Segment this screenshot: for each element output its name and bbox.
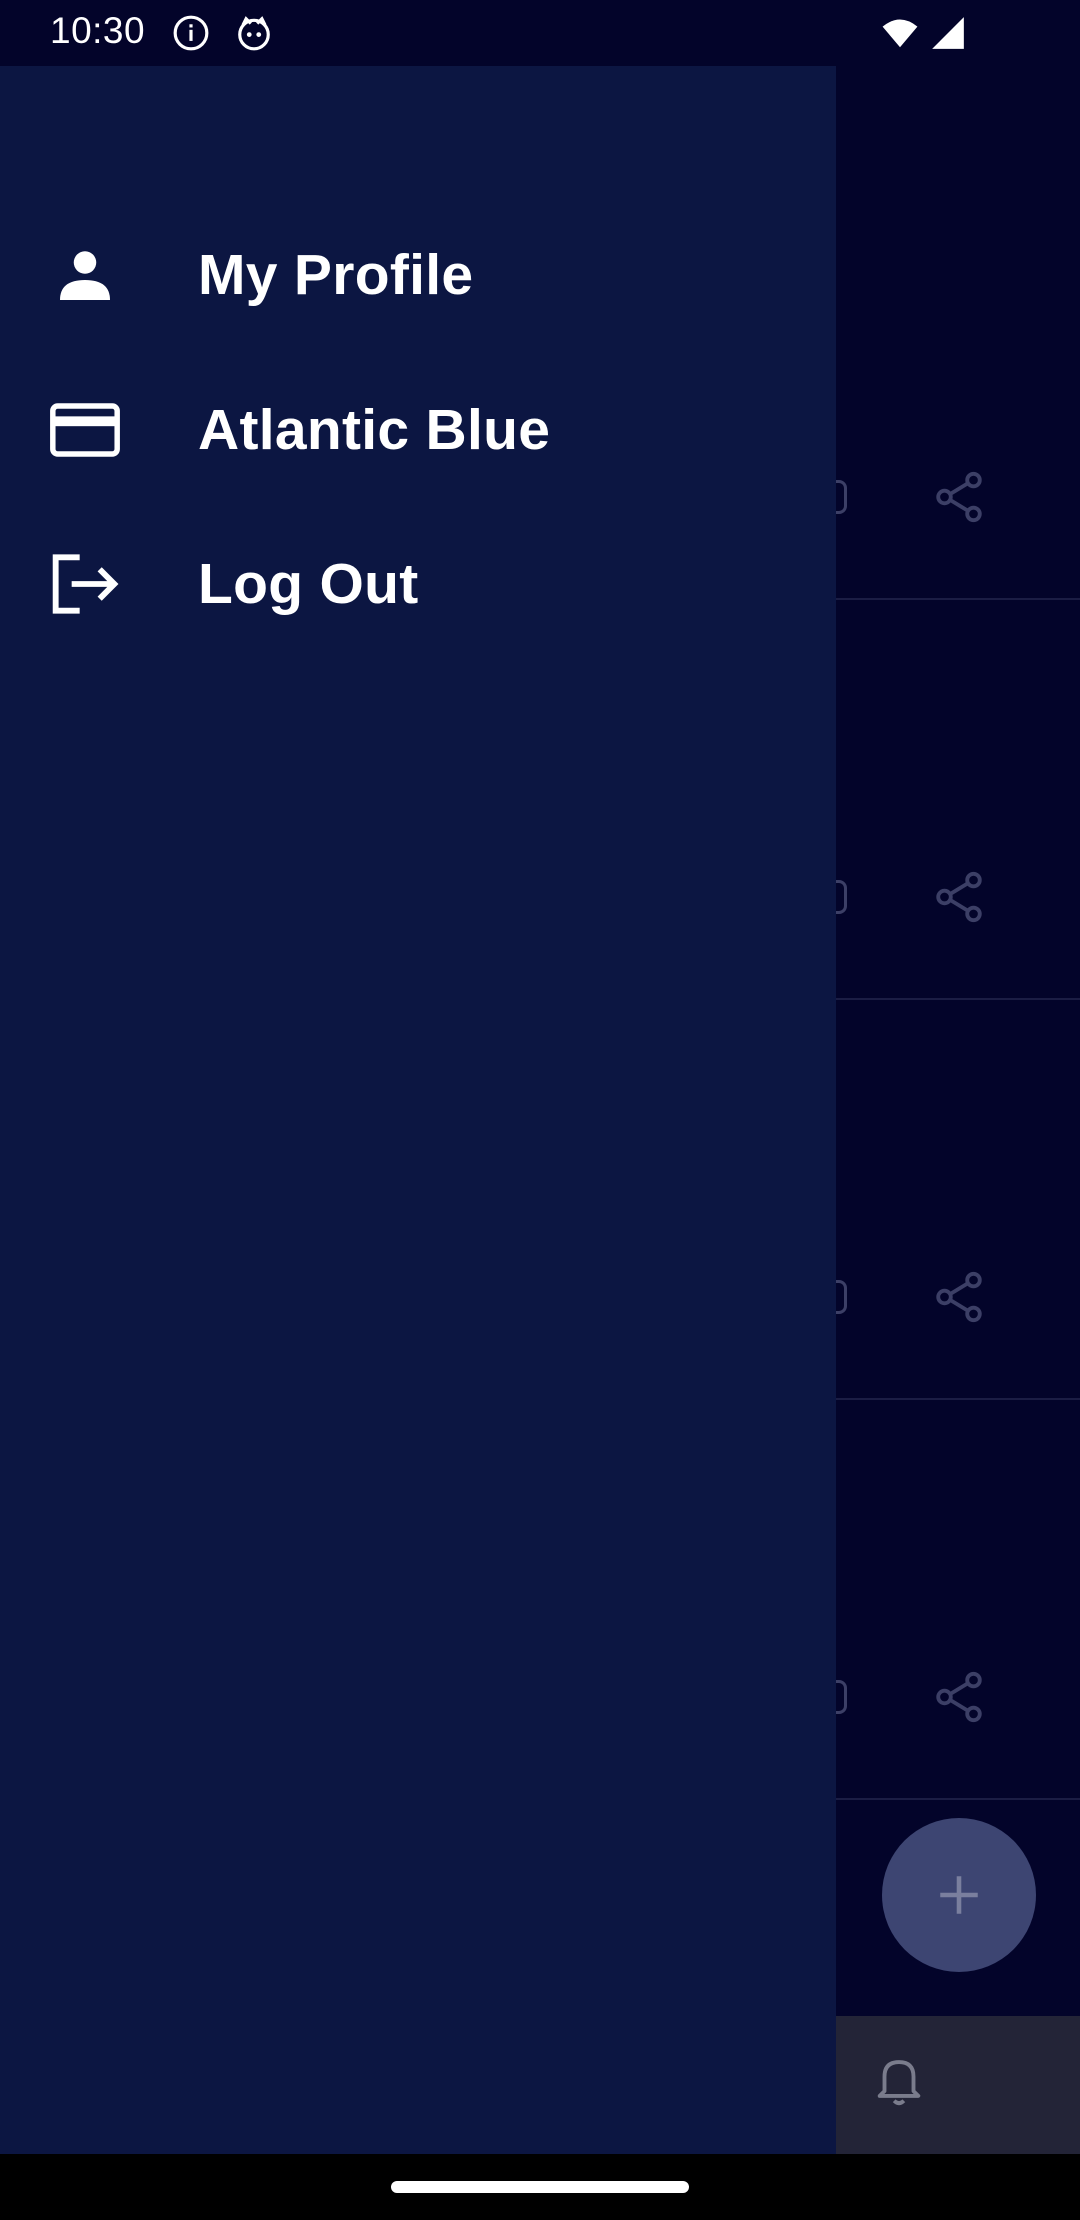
- credit-card-icon: [48, 393, 122, 467]
- plus-icon: [940, 1876, 978, 1914]
- share-icon[interactable]: [930, 1668, 988, 1726]
- status-time: 10:30: [50, 10, 146, 51]
- share-icon[interactable]: [930, 868, 988, 926]
- drawer-item-my-profile[interactable]: My Profile: [0, 200, 836, 350]
- logout-icon: [48, 547, 122, 621]
- drawer-item-label: Atlantic Blue: [198, 398, 551, 462]
- wifi-icon: [882, 19, 918, 48]
- drawer-item-atlantic-blue[interactable]: Atlantic Blue: [0, 355, 836, 505]
- system-nav-bar: [0, 2154, 1080, 2220]
- home-handle[interactable]: [391, 2181, 689, 2193]
- drawer-item-log-out[interactable]: Log Out: [0, 509, 836, 659]
- signal-icon: [932, 17, 964, 49]
- drawer-item-label: My Profile: [198, 243, 474, 307]
- share-icon[interactable]: [930, 1268, 988, 1326]
- screen: 10:30 My Profile Atlantic Blue Log Out: [0, 0, 1080, 2220]
- share-icon[interactable]: [930, 468, 988, 526]
- cat-icon: [238, 16, 270, 51]
- info-icon: [173, 15, 209, 51]
- person-icon: [48, 238, 122, 312]
- bell-icon[interactable]: [870, 2048, 928, 2110]
- status-bar: 10:30: [0, 0, 1080, 66]
- navigation-drawer: My Profile Atlantic Blue Log Out: [0, 66, 836, 2154]
- add-fab-button[interactable]: [882, 1818, 1036, 1972]
- drawer-item-label: Log Out: [198, 552, 419, 616]
